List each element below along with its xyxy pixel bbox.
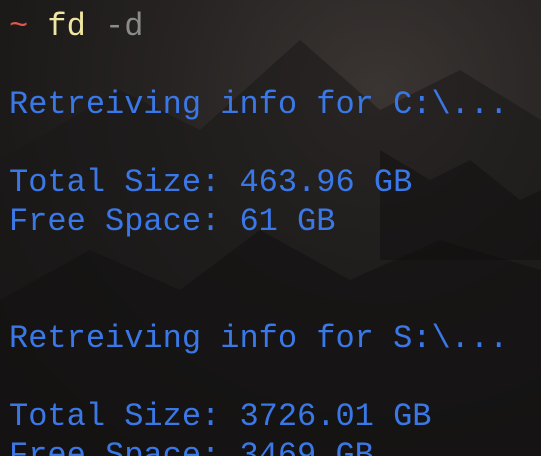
total-size-c-line: Total Size: 463.96 GB [9,164,413,201]
prompt-command: fd [47,8,86,45]
prompt-argument: -d [105,8,144,45]
free-space-c-line: Free Space: 61 GB [9,203,336,240]
prompt-tilde: ~ [9,8,29,45]
prompt-line: ~ fd -d [9,7,143,46]
total-size-s-line: Total Size: 3726.01 GB [9,398,432,435]
retrieving-c-line: Retreiving info for C:\... [9,86,509,123]
retrieving-s-line: Retreiving info for S:\... [9,320,509,357]
terminal-window[interactable]: ~ fd -d Retreiving info for C:\... Total… [0,0,541,456]
free-space-s-line: Free Space: 3469 GB [9,437,374,456]
